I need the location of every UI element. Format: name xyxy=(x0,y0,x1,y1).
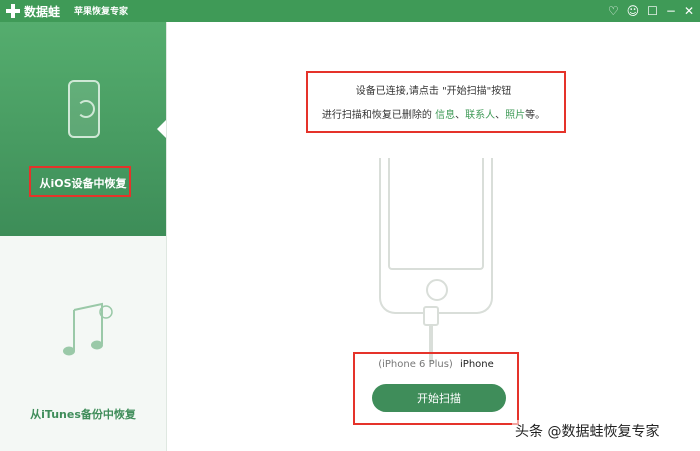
item-messages: 信息 xyxy=(435,110,456,121)
device-name: iPhone xyxy=(460,359,494,370)
message-suffix: 等。 xyxy=(525,110,546,121)
plus-icon xyxy=(6,4,20,18)
music-note-icon[interactable] xyxy=(62,300,114,362)
connection-message: 设备已连接,请点击 "开始扫描"按钮 xyxy=(355,86,512,97)
message-prefix: 进行扫描和恢复已删除的 xyxy=(321,110,432,121)
highlight-box xyxy=(29,166,131,197)
active-pointer xyxy=(157,120,166,138)
iphone-illustration xyxy=(379,158,493,314)
app-name: 数据蛙 xyxy=(24,4,61,19)
device-model: (iPhone 6 Plus) xyxy=(378,359,453,370)
watermark: 头条 @数据蛙恢复专家 xyxy=(512,420,663,442)
iphone-screen xyxy=(388,158,484,270)
item-contacts: 联系人 xyxy=(465,110,496,121)
close-icon[interactable]: ✕ xyxy=(684,2,694,20)
item-photos: 照片 xyxy=(505,110,526,121)
lightning-plug-icon xyxy=(423,306,439,326)
message-icon[interactable]: ☐ xyxy=(647,2,658,20)
user-icon[interactable]: ☺ xyxy=(627,2,640,20)
refresh-icon xyxy=(77,100,95,118)
sidebar: 从iOS设备中恢复 从iTunes备份中恢复 xyxy=(0,22,167,451)
phone-icon xyxy=(68,80,100,138)
app-subtitle: 苹果恢复专家 xyxy=(74,7,129,17)
device-model-label: (iPhone 6 Plus) iPhone xyxy=(353,359,519,370)
title-bar: 数据蛙 苹果恢复专家 ♡ ☺ ☐ − ✕ xyxy=(0,0,700,22)
app-logo: 数据蛙 xyxy=(6,3,60,19)
heart-icon[interactable]: ♡ xyxy=(608,2,619,20)
window-controls: ♡ ☺ ☐ − ✕ xyxy=(608,2,694,20)
start-scan-button[interactable]: 开始扫描 xyxy=(372,384,506,412)
main-panel: 设备已连接,请点击 "开始扫描"按钮 进行扫描和恢复已删除的 信息、联系人、照片… xyxy=(167,22,700,451)
nav-item-ios-recovery[interactable]: 从iOS设备中恢复 xyxy=(0,22,166,236)
nav-item-itunes-recovery[interactable]: 从iTunes备份中恢复 xyxy=(0,406,166,422)
notice-highlight xyxy=(306,71,566,133)
recovery-message: 进行扫描和恢复已删除的 信息、联系人、照片等。 xyxy=(321,110,546,121)
home-button-icon xyxy=(426,279,448,301)
minimize-icon[interactable]: − xyxy=(666,2,676,20)
